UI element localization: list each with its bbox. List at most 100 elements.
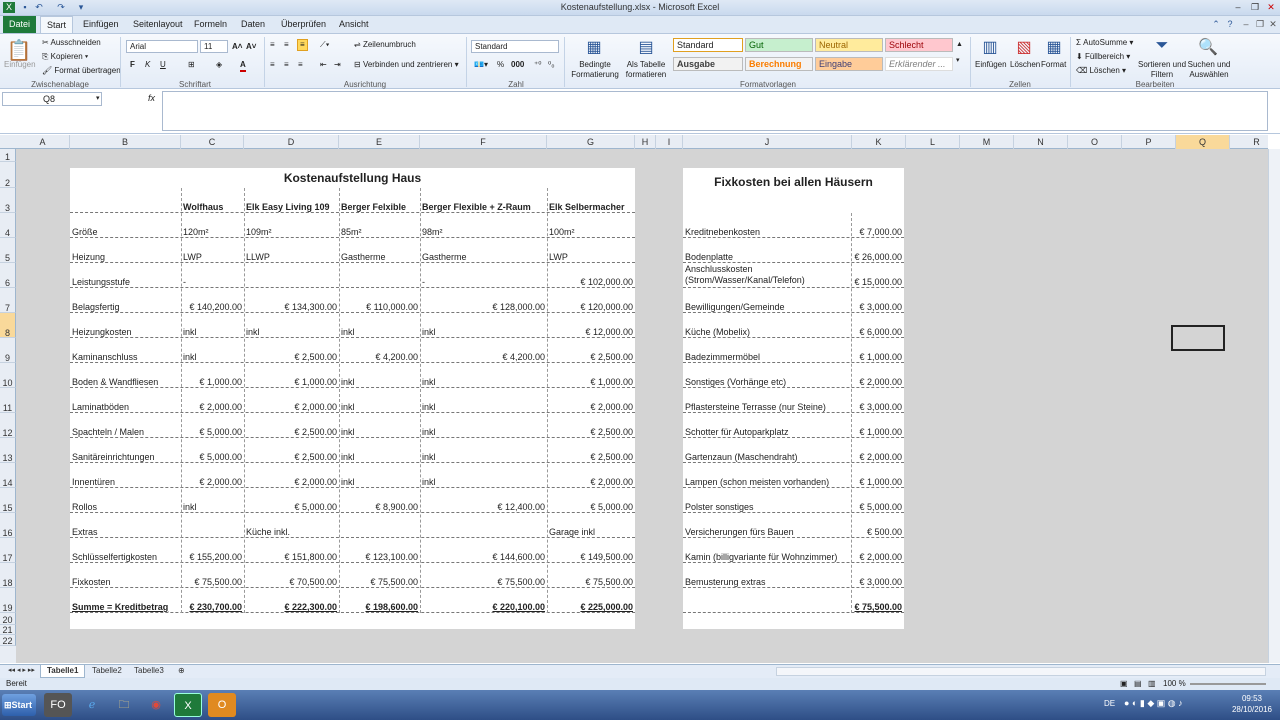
data-cell[interactable]: € 2,000.00 (853, 552, 902, 562)
data-cell[interactable]: € 75,500.00 (853, 602, 902, 612)
borders-icon[interactable]: ⊞ (188, 60, 195, 70)
conditional-format-icon[interactable]: ▦ (582, 37, 606, 57)
row-label[interactable]: Bemusterung extras (685, 577, 849, 587)
orientation-icon[interactable]: ⟋▾ (320, 40, 330, 50)
data-cell[interactable]: € 2,500.00 (549, 452, 633, 462)
row-label[interactable]: Schotter für Autoparkplatz (685, 427, 849, 437)
decrease-decimal-icon[interactable]: ⁰₀ (548, 60, 555, 70)
currency-icon[interactable]: 💶▾ (474, 60, 488, 70)
data-cell[interactable]: Garage inkl (549, 527, 633, 537)
format-as-table-button[interactable]: Als Tabelle formatieren (624, 60, 668, 80)
data-cell[interactable]: inkl (341, 452, 418, 462)
language-indicator[interactable]: DE (1104, 699, 1115, 708)
column-header-cell[interactable]: R (1230, 135, 1280, 149)
row-label[interactable]: Kamin (billigvariante für Wohnzimmer) (685, 552, 849, 562)
autosum-button[interactable]: Σ AutoSumme ▾ (1076, 38, 1133, 48)
outlook-icon[interactable]: O (208, 693, 236, 717)
data-cell[interactable]: inkl (246, 327, 337, 337)
data-cell[interactable]: € 2,000.00 (246, 402, 337, 412)
data-cell[interactable]: € 5,000.00 (549, 502, 633, 512)
page-layout-icon[interactable]: ▤ (1134, 678, 1142, 690)
align-middle-icon[interactable]: ≡ (284, 40, 289, 50)
find-select-button[interactable]: Suchen und Auswählen (1186, 60, 1232, 80)
column-title[interactable]: Berger Flexible + Z-Raum (422, 202, 545, 212)
align-right-icon[interactable]: ≡ (298, 60, 303, 70)
data-cell[interactable]: € 155,200.00 (183, 552, 242, 562)
data-cell[interactable]: € 75,500.00 (549, 577, 633, 587)
font-name-select[interactable]: Arial (126, 40, 198, 53)
sort-filter-button[interactable]: Sortieren und Filtern (1137, 60, 1187, 80)
underline-icon[interactable]: U (160, 60, 166, 70)
row-label[interactable]: Versicherungen fürs Bauen (685, 527, 849, 537)
increase-decimal-icon[interactable]: ⁺⁰ (534, 60, 541, 70)
column-header-cell[interactable]: A (16, 135, 70, 149)
data-cell[interactable]: inkl (341, 377, 418, 387)
row-header-cell[interactable]: 1 (0, 149, 16, 162)
row-header-cell[interactable]: 7 (0, 288, 16, 313)
row-label[interactable]: Gartenzaun (Maschendraht) (685, 452, 849, 462)
format-painter-button[interactable]: 🖌 Format übertragen (42, 66, 121, 76)
data-cell[interactable]: inkl (422, 402, 545, 412)
tab-seitenlayout[interactable]: Seitenlayout (127, 16, 189, 33)
data-cell[interactable]: Gastherme (422, 252, 545, 262)
normal-view-icon[interactable]: ▣ (1120, 678, 1128, 690)
row-header-cell[interactable]: 12 (0, 413, 16, 438)
data-cell[interactable]: € 149,500.00 (549, 552, 633, 562)
row-label[interactable]: Sonstiges (Vorhänge etc) (685, 377, 849, 387)
column-header-cell[interactable]: B (70, 135, 181, 149)
copy-button[interactable]: ⎘ Kopieren ▾ (42, 52, 88, 62)
shrink-font-icon[interactable]: A˅ (246, 42, 256, 52)
row-label[interactable]: Heizung (72, 252, 179, 262)
sheet-tab-tabelle2[interactable]: Tabelle2 (86, 665, 128, 678)
data-cell[interactable]: inkl (341, 477, 418, 487)
data-cell[interactable]: inkl (422, 452, 545, 462)
data-cell[interactable]: € 128,000.00 (422, 302, 545, 312)
data-cell[interactable]: € 3,000.00 (853, 577, 902, 587)
data-cell[interactable]: € 2,000.00 (183, 402, 242, 412)
data-cell[interactable]: LWP (549, 252, 633, 262)
row-label[interactable]: Kaminanschluss (72, 352, 179, 362)
merge-center-button[interactable]: ⊟ Verbinden und zentrieren ▾ (354, 60, 459, 70)
column-header-cell[interactable]: J (683, 135, 852, 149)
data-cell[interactable]: inkl (422, 427, 545, 437)
horizontal-scrollbar[interactable] (776, 667, 1266, 676)
row-label[interactable]: Heizungkosten (72, 327, 179, 337)
bold-icon[interactable]: F (130, 60, 135, 70)
data-cell[interactable]: € 2,000.00 (183, 477, 242, 487)
data-cell[interactable]: inkl (341, 427, 418, 437)
row-label[interactable]: Leistungsstufe (72, 277, 179, 287)
row-label[interactable]: Boden & Wandfliesen (72, 377, 179, 387)
row-label[interactable]: Größe (72, 227, 179, 237)
column-title[interactable]: Berger Felxible (341, 202, 418, 212)
row-label[interactable]: Sanitäreinrichtungen (72, 452, 179, 462)
thousands-icon[interactable]: 000 (511, 60, 524, 70)
column-header-cell[interactable]: K (852, 135, 906, 149)
column-header-cell[interactable]: H (635, 135, 656, 149)
data-cell[interactable]: € 2,000.00 (549, 402, 633, 412)
column-header-cell[interactable]: P (1122, 135, 1176, 149)
minimize-icon[interactable]: – (1231, 1, 1245, 13)
clear-button[interactable]: ⌫ Löschen ▾ (1076, 66, 1126, 76)
zoom-level[interactable]: 100 % (1163, 678, 1186, 690)
paste-button[interactable]: Einfügen (4, 60, 36, 70)
data-cell[interactable]: € 8,900.00 (341, 502, 418, 512)
column-header-cell[interactable]: F (420, 135, 547, 149)
row-label[interactable]: Kreditnebenkosten (685, 227, 849, 237)
delete-cells-icon[interactable]: ▧ (1012, 37, 1036, 57)
align-bottom-icon[interactable]: ≡ (297, 39, 308, 51)
row-label[interactable]: Summe = Kreditbetrag (72, 602, 179, 612)
data-cell[interactable]: € 2,500.00 (246, 427, 337, 437)
tab-einfuegen[interactable]: Einfügen (77, 16, 125, 33)
increase-indent-icon[interactable]: ⇥ (334, 60, 341, 70)
data-cell[interactable]: 100m² (549, 227, 633, 237)
excel-taskbar-icon[interactable]: X (174, 693, 202, 717)
row-label[interactable]: Bodenplatte (685, 252, 849, 262)
data-cell[interactable]: € 500.00 (853, 527, 902, 537)
number-format-select[interactable]: Standard (471, 40, 559, 53)
data-cell[interactable]: € 7,000.00 (853, 227, 902, 237)
data-cell[interactable]: € 225,000.00 (549, 602, 633, 612)
align-center-icon[interactable]: ≡ (284, 60, 289, 70)
data-cell[interactable]: inkl (422, 377, 545, 387)
selected-cell[interactable] (1171, 325, 1225, 351)
formula-input[interactable] (162, 91, 1268, 131)
